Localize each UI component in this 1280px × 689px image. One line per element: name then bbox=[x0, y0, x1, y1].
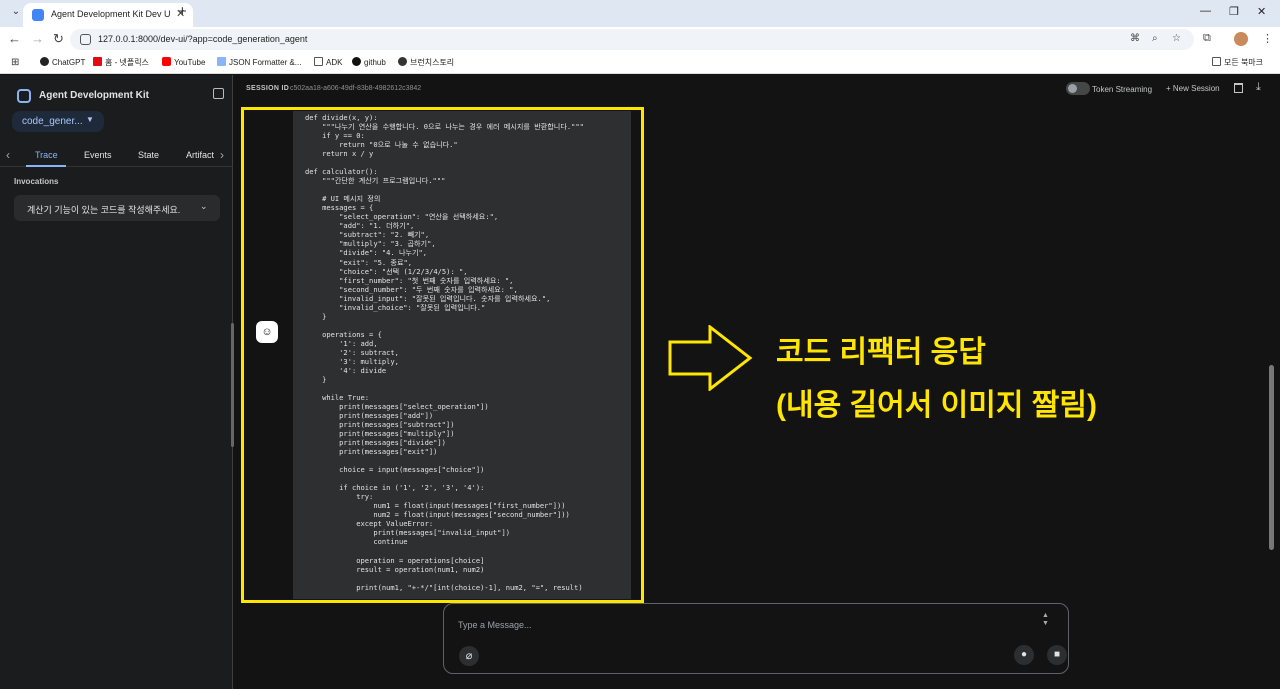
bookmark-github[interactable]: github bbox=[352, 57, 386, 67]
annotation-title: 코드 리팩터 응답 bbox=[776, 336, 986, 369]
tab-state[interactable]: State bbox=[138, 150, 159, 160]
apps-grid-icon[interactable]: ⊞ bbox=[11, 57, 19, 68]
toggle-knob bbox=[1068, 84, 1077, 93]
bot-message-code-block: def divide(x, y): """나누기 연산을 수행합니다. 0으로 … bbox=[293, 111, 631, 599]
caret-down-icon: ▼ bbox=[86, 115, 94, 124]
token-streaming-label: Token Streaming bbox=[1092, 85, 1153, 94]
bookmark-netflix[interactable]: 홈 - 넷플릭스 bbox=[93, 57, 149, 68]
textarea-resize-icon[interactable]: ▲ ▼ bbox=[1042, 612, 1049, 628]
chat-scrollbar[interactable] bbox=[1269, 365, 1274, 550]
bookmark-label: ADK bbox=[326, 58, 343, 67]
annotation-arrow-icon bbox=[668, 325, 753, 391]
browser-toolbar: ← → ↻ 127.0.0.1:8000/dev-ui/?app=code_ge… bbox=[0, 27, 1280, 52]
attach-file-button[interactable]: ⌀ bbox=[459, 646, 479, 666]
folder-icon bbox=[1212, 57, 1221, 66]
chatgpt-icon bbox=[40, 57, 49, 66]
site-info-icon[interactable] bbox=[80, 34, 91, 45]
address-bar[interactable]: 127.0.0.1:8000/dev-ui/?app=code_generati… bbox=[70, 29, 1194, 50]
json-formatter-icon bbox=[217, 57, 226, 66]
bookmark-label: github bbox=[364, 58, 386, 67]
video-camera-button[interactable]: ■ bbox=[1047, 645, 1067, 665]
bookmark-star-icon[interactable]: ☆ bbox=[1172, 33, 1181, 44]
new-session-button[interactable]: + New Session bbox=[1166, 84, 1220, 93]
bookmarks-bar: ⊞ ChatGPT 홈 - 넷플릭스 YouTube JSON Formatte… bbox=[0, 52, 1280, 74]
bookmark-chatgpt[interactable]: ChatGPT bbox=[40, 57, 85, 67]
sidebar-tabs: ‹ Trace Events State Artifact › bbox=[0, 145, 233, 167]
maximize-icon[interactable]: ❐ bbox=[1229, 5, 1239, 18]
invocations-heading: Invocations bbox=[14, 177, 59, 186]
bookmark-youtube[interactable]: YouTube bbox=[162, 57, 205, 67]
netflix-icon bbox=[93, 57, 102, 66]
session-id-value: c502aa18-a606-49df-83b8-4982612c3842 bbox=[290, 85, 422, 92]
bookmark-label: YouTube bbox=[174, 58, 206, 67]
delete-session-icon[interactable] bbox=[1234, 83, 1243, 93]
invocation-text: 계산기 기능이 있는 코드를 작성해주세요. bbox=[27, 205, 181, 215]
message-input-box[interactable]: Type a Message... ▲ ▼ ⌀ ● ■ bbox=[443, 603, 1069, 674]
message-input[interactable]: Type a Message... bbox=[458, 620, 532, 630]
tab-events[interactable]: Events bbox=[84, 150, 112, 160]
all-bookmarks[interactable]: 모든 북마크 bbox=[1212, 57, 1263, 68]
bookmark-label: 홈 - 넷플릭스 bbox=[105, 58, 149, 67]
translate-icon[interactable]: ⌘ bbox=[1130, 33, 1140, 44]
app-title: Agent Development Kit bbox=[39, 90, 150, 101]
back-icon[interactable]: ← bbox=[8, 32, 21, 46]
bookmark-label: 브런치스토리 bbox=[410, 58, 455, 67]
agent-name: code_gener... bbox=[22, 116, 83, 127]
invocation-item[interactable]: 계산기 기능이 있는 코드를 작성해주세요. ⌄ bbox=[14, 195, 220, 221]
url-text: 127.0.0.1:8000/dev-ui/?app=code_generati… bbox=[98, 34, 308, 44]
microphone-button[interactable]: ● bbox=[1014, 645, 1034, 665]
minimize-icon[interactable]: — bbox=[1200, 5, 1211, 17]
folder-icon bbox=[314, 57, 323, 66]
tab-artifact[interactable]: Artifact bbox=[186, 150, 214, 160]
collapse-sidebar-icon[interactable] bbox=[213, 88, 224, 99]
session-bar: SESSION ID c502aa18-a606-49df-83b8-49826… bbox=[234, 75, 1280, 102]
tab-favicon-icon bbox=[32, 9, 44, 21]
chat-main: SESSION ID c502aa18-a606-49df-83b8-49826… bbox=[234, 75, 1280, 689]
new-session-label: New Session bbox=[1172, 84, 1220, 93]
browser-tab[interactable]: Agent Development Kit Dev UI ✕ bbox=[23, 3, 193, 27]
profile-avatar[interactable] bbox=[1234, 32, 1248, 46]
session-id-label: SESSION ID bbox=[246, 85, 290, 92]
bookmark-json-formatter[interactable]: JSON Formatter &... bbox=[217, 57, 301, 67]
active-tab-indicator bbox=[26, 165, 66, 167]
bookmark-label: JSON Formatter &... bbox=[229, 58, 302, 67]
tab-title: Agent Development Kit Dev UI bbox=[51, 9, 171, 19]
window-close-icon[interactable]: ✕ bbox=[1257, 5, 1266, 18]
chrome-menu-icon[interactable]: ⋮ bbox=[1262, 32, 1273, 45]
tabs-scroll-left-icon[interactable]: ‹ bbox=[6, 148, 10, 162]
agent-select[interactable]: code_gener... ▼ bbox=[12, 111, 104, 132]
annotation-subtitle: (내용 길어서 이미지 짤림) bbox=[776, 389, 1097, 422]
youtube-icon bbox=[162, 57, 171, 66]
download-icon[interactable]: ⤓ bbox=[1256, 81, 1261, 94]
tab-trace[interactable]: Trace bbox=[35, 150, 58, 160]
bookmark-label: ChatGPT bbox=[52, 58, 86, 67]
browser-tab-bar: ⌄ Agent Development Kit Dev UI ✕ + — ❐ ✕ bbox=[0, 0, 1280, 27]
bookmark-adk[interactable]: ADK bbox=[314, 57, 342, 67]
sidebar: Agent Development Kit code_gener... ▼ ‹ … bbox=[0, 75, 234, 689]
chevron-down-icon[interactable]: ⌄ bbox=[200, 201, 208, 212]
token-streaming-toggle[interactable] bbox=[1066, 82, 1090, 95]
forward-icon[interactable]: → bbox=[31, 32, 44, 46]
tabs-scroll-right-icon[interactable]: › bbox=[220, 148, 224, 162]
new-tab-icon[interactable]: + bbox=[178, 4, 187, 20]
bot-avatar-icon: ☺ bbox=[256, 321, 278, 343]
tab-search-icon[interactable]: ⌄ bbox=[8, 6, 24, 22]
bookmark-brunch[interactable]: 브런치스토리 bbox=[398, 57, 454, 68]
reload-icon[interactable]: ↻ bbox=[53, 32, 64, 46]
github-icon bbox=[352, 57, 361, 66]
bookmark-label: 모든 북마크 bbox=[1224, 58, 1264, 67]
brunch-icon bbox=[398, 57, 407, 66]
extensions-icon[interactable]: ⧉ bbox=[1203, 32, 1211, 45]
code-text: def divide(x, y): """나누기 연산을 수행합니다. 0으로 … bbox=[305, 113, 584, 592]
adk-logo-icon bbox=[17, 89, 31, 103]
zoom-icon[interactable]: ⌕ bbox=[1152, 33, 1158, 44]
